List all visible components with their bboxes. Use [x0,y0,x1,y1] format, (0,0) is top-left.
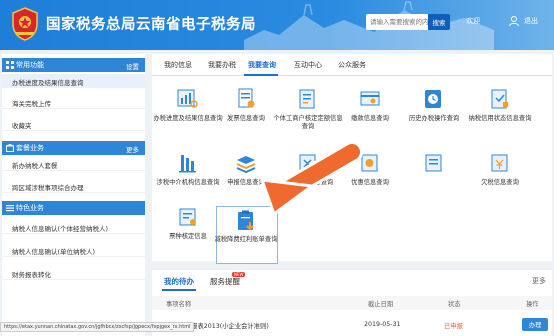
ticket-icon [179,208,196,226]
search-input[interactable] [366,14,428,30]
agency-building-icon [179,155,196,173]
todo-tab-indicator [162,289,196,291]
sidebar-item-customs-upload[interactable]: 海关完税上传 [2,95,145,109]
table-header: 事项名称 截止日期 状态 操作 [152,296,552,310]
new-badge: NEW [232,272,246,277]
column-header: 事项名称 [166,301,192,308]
arrears-icon [491,154,508,172]
tab-my-todo[interactable]: 我的待办 [164,276,194,287]
search-button[interactable]: 搜索 [428,14,450,30]
user-icon[interactable] [508,15,520,27]
credit-icon [491,89,508,109]
sidebar-item-progress-query[interactable]: 办税进度及结果信息查询 [2,74,145,88]
stack-icon [236,156,256,174]
tab-tax-handling[interactable]: 我要办税 [208,60,236,70]
todo-deadline: 2019-05-31 [364,321,401,328]
handle-button[interactable]: 办理 [522,318,548,331]
section-header-special: 特色业务 [2,201,145,215]
site-title: 国家税务总局云南省电子税务局 [46,17,256,33]
tab-service-reminder[interactable]: 服务提醒 [210,276,240,287]
document-list-icon [299,89,315,109]
more-link[interactable]: 更多 [532,276,546,286]
tab-public-service[interactable]: 公众服务 [338,60,366,70]
header-bar: 国家税务总局云南省电子税务局 搜索 欢迎 退出 [0,0,554,50]
section-title: 常用功能 [16,61,44,69]
tab-my-info[interactable]: 我的信息 [164,60,192,70]
column-header: 状态 [448,301,461,308]
status-badge: 已申报 [444,323,463,330]
section-title: 套餐业务 [16,144,44,152]
section-header-common: 常用功能 设置 [2,58,145,72]
invoice-icon [238,88,255,108]
query-panel: 我的信息 我要办税 我要查询 互动中心 公众服务 办税进度及结果信息查询 发票信… [152,54,552,264]
tab-query[interactable]: 我要查询 [248,60,276,70]
more-link[interactable]: 更多 [126,144,139,154]
section-title: 特色业务 [16,204,44,212]
settings-link[interactable]: 设置 [126,61,139,71]
sidebar-item-report-convert[interactable]: 财务报表转化 [2,266,145,280]
package-icon [6,144,14,152]
document-icon [425,154,442,172]
sidebar-item-favorites[interactable]: 收藏夹 [2,117,145,131]
grid-icon [6,61,14,69]
column-header: 截止日期 [368,301,394,308]
preferential-icon [361,154,378,172]
browser-status-url: https://etax.yunnan.chinatax.gov.cn/jgfh… [0,322,195,332]
sidebar: 常用功能 设置 办税进度及结果信息查询 海关完税上传 收藏夹 套餐业务 更多 新… [2,54,145,336]
tab-interaction[interactable]: 互动中心 [294,60,322,70]
section-header-package: 套餐业务 更多 [2,141,145,155]
todo-panel: 我的待办 服务提醒 NEW 更多 事项名称 截止日期 状态 操作 年度财务报表2… [152,270,552,336]
sidebar-item-individual-confirm[interactable]: 纳税人信息确认(个体经营纳税人) [2,220,145,234]
welcome-text: 欢迎 [466,17,480,25]
history-clock-icon [425,90,441,108]
clipboard-download-icon [238,210,254,231]
chart-search-icon [177,89,198,108]
tax-emblem-logo [12,7,38,41]
sidebar-item-new-taxpayer[interactable]: 新办纳税人套餐 [2,157,145,171]
list-icon [6,205,14,212]
tab-bar: 我的信息 我要办税 我要查询 互动中心 公众服务 [152,54,552,76]
column-header: 操作 [526,301,539,308]
sidebar-item-cross-region[interactable]: 跨区域涉税事项综合办理 [2,179,145,193]
active-tab-indicator [244,74,278,76]
violation-icon [299,154,316,172]
logout-link[interactable]: 退出 [524,16,538,26]
sidebar-item-unit-confirm[interactable]: 纳税人信息确认(单位纳税人) [2,243,145,257]
payment-icon [360,91,380,106]
